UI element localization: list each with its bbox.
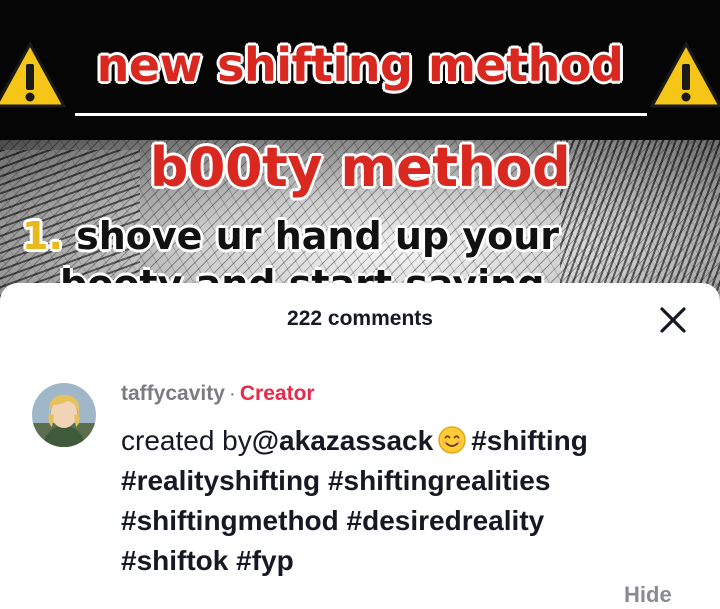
step-number: 1.: [22, 214, 63, 258]
caption-divider: [75, 113, 647, 116]
video-caption-subtitle: b00ty method: [0, 136, 720, 199]
caption-comment-text: created by@akazassack #shifting #realitys…: [121, 421, 681, 581]
username[interactable]: taffycavity: [121, 382, 225, 405]
text-prefix: created by: [121, 425, 252, 456]
video-preview[interactable]: new shifting method b00ty method 1. shov…: [0, 0, 720, 300]
comment-line: created by@akazassack #shifting: [121, 421, 681, 461]
mention-link[interactable]: @akazassack: [252, 425, 433, 456]
hide-button[interactable]: Hide: [624, 582, 672, 608]
hashtag-line[interactable]: #realityshifting #shiftingrealities: [121, 461, 681, 501]
creator-badge: Creator: [239, 382, 315, 405]
video-caption-title: new shifting method: [0, 38, 720, 92]
comments-count-title: 222 comments: [287, 307, 433, 330]
separator: ·: [228, 382, 236, 405]
smiling-face-icon: [438, 426, 466, 454]
close-icon[interactable]: [656, 303, 690, 337]
avatar[interactable]: [32, 383, 96, 447]
screen: new shifting method b00ty method 1. shov…: [0, 0, 720, 609]
caption-title-text: new shifting method: [96, 38, 624, 92]
hashtag-line[interactable]: #shiftingmethod #desiredreality: [121, 501, 681, 541]
comments-sheet: 222 comments taffycavity · Creator created…: [0, 283, 720, 609]
step-line: shove ur hand up your: [76, 214, 560, 258]
hashtag-line[interactable]: #shiftok #fyp: [121, 541, 681, 581]
hashtag-link[interactable]: #shifting: [471, 425, 588, 456]
video-step-text: 1. shove ur hand up your: [22, 214, 559, 258]
caption-subtitle-text: b00ty method: [149, 136, 571, 199]
comment-header: taffycavity · Creator: [121, 382, 315, 406]
